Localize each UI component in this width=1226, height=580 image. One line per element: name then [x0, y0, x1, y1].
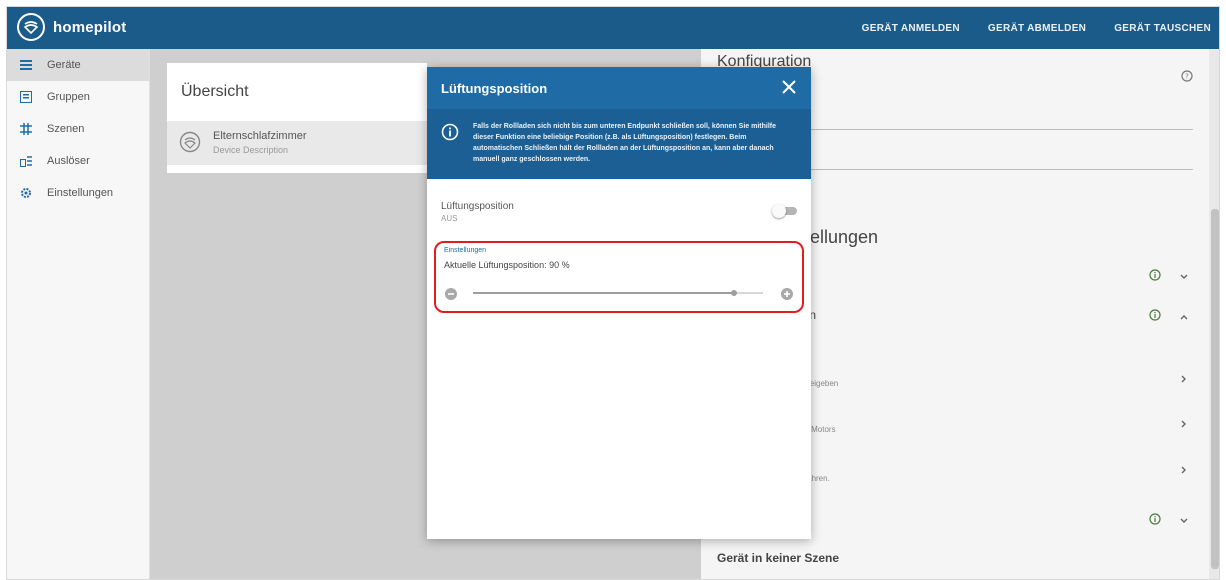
dialog-title: Lüftungsposition: [441, 81, 548, 96]
homepilot-logo-icon: [17, 13, 45, 41]
toggle-status: AUS: [441, 214, 458, 223]
sidebar-item-label: Geräte: [47, 59, 81, 71]
ventilation-toggle[interactable]: [772, 204, 797, 218]
ventilation-position-dialog: Lüftungsposition Falls der Rollladen sic…: [427, 67, 811, 539]
slider-thumb[interactable]: [731, 290, 737, 296]
settings-highlight-box: Einstellungen Aktuelle Lüftungsposition:…: [434, 241, 804, 313]
info-icon[interactable]: [1149, 268, 1161, 281]
top-bar: homepilot GERÄT ANMELDEN GERÄT ABMELDEN …: [7, 7, 1219, 49]
sidebar-item-label: Gruppen: [47, 91, 90, 103]
register-device-button[interactable]: GERÄT ANMELDEN: [862, 23, 960, 34]
group-icon: [19, 90, 33, 104]
sidebar-item-settings[interactable]: Einstellungen: [7, 177, 149, 209]
device-name: Elternschlafzimmer: [213, 130, 307, 142]
increase-button[interactable]: [781, 287, 793, 300]
slider-fill: [473, 292, 734, 294]
info-icon[interactable]: [1149, 512, 1161, 525]
sidebar-item-devices[interactable]: Geräte: [7, 49, 149, 81]
sidebar-item-label: Einstellungen: [47, 187, 114, 199]
ventilation-toggle-row: Lüftungsposition AUS: [427, 197, 811, 237]
overview-card: Übersicht Elternschlafzimmer Device Desc…: [167, 63, 427, 173]
scrollbar[interactable]: [1209, 49, 1219, 579]
header-actions: GERÄT ANMELDEN GERÄT ABMELDEN GERÄT TAUS…: [834, 7, 1211, 49]
current-position-text: Aktuelle Lüftungsposition: 90 %: [444, 260, 570, 270]
info-icon[interactable]: [1149, 308, 1161, 321]
svg-text:?: ?: [1185, 73, 1189, 81]
chevron-up-icon[interactable]: [1179, 309, 1189, 320]
info-icon: [441, 123, 459, 141]
info-text: Falls der Rollladen sich nicht bis zum u…: [473, 123, 776, 163]
sidebar-item-scenes[interactable]: Szenen: [7, 113, 149, 145]
close-icon[interactable]: [779, 77, 799, 97]
dialog-header: Lüftungsposition: [427, 67, 811, 109]
chevron-down-icon[interactable]: [1179, 513, 1189, 523]
chevron-right-icon[interactable]: [1179, 371, 1189, 383]
app-window: homepilot GERÄT ANMELDEN GERÄT ABMELDEN …: [6, 6, 1220, 580]
scene-status: Gerät in keiner Szene: [717, 551, 840, 565]
scene-icon: [19, 122, 33, 136]
overview-title: Übersicht: [181, 83, 249, 100]
divider: [801, 129, 1193, 130]
device-description: Device Description: [213, 145, 289, 155]
position-slider[interactable]: [473, 290, 763, 296]
settings-label: Einstellungen: [444, 247, 487, 254]
info-banner: Falls der Rollladen sich nicht bis zum u…: [427, 109, 811, 179]
app-name: homepilot: [53, 18, 127, 36]
chevron-right-icon[interactable]: [1179, 416, 1189, 428]
replace-device-button[interactable]: GERÄT TAUSCHEN: [1114, 23, 1211, 34]
sidebar-item-label: Auslöser: [47, 155, 90, 167]
chevron-right-icon[interactable]: [1179, 462, 1189, 474]
sidebar-item-groups[interactable]: Gruppen: [7, 81, 149, 113]
list-icon: [19, 58, 33, 72]
toggle-label: Lüftungsposition: [441, 201, 514, 212]
help-icon[interactable]: ?: [1181, 69, 1193, 82]
sidebar: Geräte Gruppen Szenen Auslöser Einstellu…: [7, 49, 150, 579]
device-list-item[interactable]: Elternschlafzimmer Device Description: [167, 121, 427, 165]
logo[interactable]: homepilot: [17, 13, 126, 41]
sidebar-item-triggers[interactable]: Auslöser: [7, 145, 149, 177]
decrease-button[interactable]: [445, 287, 457, 300]
unregister-device-button[interactable]: GERÄT ABMELDEN: [988, 23, 1086, 34]
sidebar-item-label: Szenen: [47, 123, 85, 135]
divider: [801, 169, 1193, 170]
scrollbar-thumb[interactable]: [1211, 209, 1219, 569]
toggle-knob: [772, 204, 786, 218]
shutter-device-icon: [179, 131, 201, 153]
gear-icon: [19, 186, 33, 200]
chevron-down-icon[interactable]: [1179, 269, 1189, 279]
trigger-icon: [19, 154, 33, 168]
